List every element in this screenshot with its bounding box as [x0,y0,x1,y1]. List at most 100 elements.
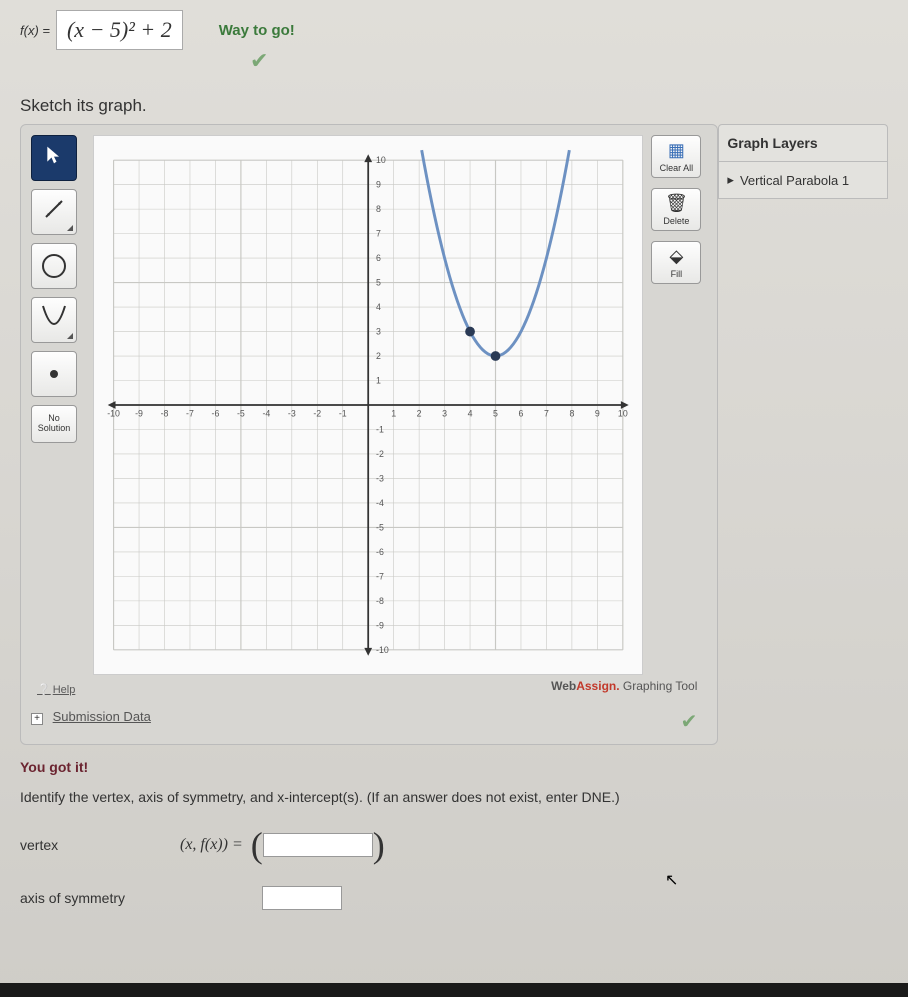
svg-text:6: 6 [519,409,524,419]
dropdown-corner-icon [67,333,73,339]
graph-canvas[interactable]: -10 -9 -8 -7 -6 -5 -4 -3 -2 -1 1 2 3 4 5 6 7 8 9 10 -10 -9 -8 -… [93,135,643,675]
trash-icon: 🗑 [654,193,698,214]
no-solution-line2: Solution [32,424,76,434]
parabola-tool[interactable] [31,297,77,343]
clear-all-label: Clear All [660,163,694,173]
svg-text:8: 8 [376,204,381,214]
watermark-assign: Assign. [576,679,619,693]
left-paren: ( [251,824,263,866]
svg-text:-9: -9 [376,620,384,630]
check-icon: ✔ [681,709,698,734]
svg-text:-5: -5 [376,522,384,532]
svg-text:2: 2 [417,409,422,419]
svg-text:9: 9 [595,409,600,419]
watermark-suffix: Graphing Tool [620,679,698,693]
graph-top-row: No Solution -10 -9 -8 -7 -6 -5 -4 -3 -2 -1 1 2 3 4 5 6 7… [31,135,707,675]
fill-icon: ⬙ [654,246,698,267]
watermark-web: Web [551,679,576,693]
watermark: WebAssign. Graphing Tool [31,679,707,693]
bottom-bar [0,983,908,997]
graph-and-layers: No Solution -10 -9 -8 -7 -6 -5 -4 -3 -2 -1 1 2 3 4 5 6 7… [20,124,888,745]
right-paren: ) [373,824,385,866]
svg-text:3: 3 [442,409,447,419]
svg-text:-8: -8 [376,596,384,606]
svg-text:2: 2 [376,351,381,361]
svg-text:-7: -7 [376,571,384,581]
svg-text:-1: -1 [376,424,384,434]
pointer-tool[interactable] [31,135,77,181]
delete-button[interactable]: 🗑 Delete [651,188,701,231]
sketch-label: Sketch its graph. [20,96,888,116]
help-link[interactable]: ❔ Help [37,683,75,696]
svg-text:1: 1 [391,409,396,419]
formula-answer-box[interactable]: (x − 5)² + 2 [56,10,183,50]
svg-text:-10: -10 [107,409,120,419]
parabola-icon [39,302,69,338]
svg-text:-6: -6 [212,409,220,419]
circle-tool[interactable] [31,243,77,289]
svg-text:3: 3 [376,326,381,336]
point-tool[interactable] [31,351,77,397]
you-got-it-text: You got it! [20,759,888,775]
axis-label: axis of symmetry [20,890,262,906]
vertex-input[interactable] [263,833,373,857]
pointer-icon [44,145,64,171]
vertex-label: vertex [20,837,180,853]
formula-row: f(x) = (x − 5)² + 2 Way to go! [20,10,888,50]
submission-data-link[interactable]: Submission Data [53,709,151,724]
axis-input[interactable] [262,886,342,910]
svg-text:-4: -4 [376,498,384,508]
svg-text:-9: -9 [135,409,143,419]
svg-text:4: 4 [376,302,381,312]
circle-icon [42,254,66,278]
svg-text:-10: -10 [376,645,389,655]
svg-text:8: 8 [569,409,574,419]
line-icon [42,197,66,227]
fill-label: Fill [671,269,683,279]
cursor-icon: ↖ [665,870,678,890]
no-solution-button[interactable]: No Solution [31,405,77,443]
graph-panel: No Solution -10 -9 -8 -7 -6 -5 -4 -3 -2 -1 1 2 3 4 5 6 7… [20,124,718,745]
svg-text:-8: -8 [161,409,169,419]
svg-text:10: 10 [618,409,628,419]
check-icon: ✔ [250,48,908,74]
clear-all-button[interactable]: ▦ Clear All [651,135,701,178]
submission-row: + Submission Data ✔ [31,709,707,725]
graph-layers-item[interactable]: ▸ Vertical Parabola 1 [718,161,888,199]
right-toolbar: ▦ Clear All 🗑 Delete ⬙ Fill [651,135,707,675]
left-toolbar: No Solution [31,135,85,675]
clear-all-icon: ▦ [654,140,698,161]
svg-text:-5: -5 [237,409,245,419]
chevron-right-icon: ▸ [727,172,734,188]
svg-text:-1: -1 [339,409,347,419]
dropdown-corner-icon [67,225,73,231]
delete-label: Delete [663,216,689,226]
way-to-go-text: Way to go! [219,22,295,39]
svg-text:5: 5 [493,409,498,419]
expand-icon[interactable]: + [31,713,43,725]
graph-layers-panel: Graph Layers ▸ Vertical Parabola 1 [718,124,888,199]
svg-text:9: 9 [376,180,381,190]
svg-text:-2: -2 [313,409,321,419]
svg-text:-6: -6 [376,547,384,557]
point-icon [50,370,58,378]
help-icon: ❔ [37,683,51,696]
svg-text:-7: -7 [186,409,194,419]
page-root: f(x) = (x − 5)² + 2 Way to go! ✔ Sketch … [0,0,908,997]
svg-text:6: 6 [376,253,381,263]
fill-button[interactable]: ⬙ Fill [651,241,701,284]
layer-label: Vertical Parabola 1 [740,173,849,188]
svg-text:4: 4 [468,409,473,419]
formula-lhs: f(x) = [20,23,50,38]
svg-text:-2: -2 [376,449,384,459]
svg-text:7: 7 [376,229,381,239]
svg-text:1: 1 [376,375,381,385]
svg-text:-4: -4 [262,409,270,419]
identify-instructions: Identify the vertex, axis of symmetry, a… [20,787,888,808]
vertex-row: vertex (x, f(x)) = ( ) [20,824,888,866]
svg-text:-3: -3 [288,409,296,419]
vertex-prefix: (x, f(x)) = [180,836,243,854]
svg-text:7: 7 [544,409,549,419]
line-tool[interactable] [31,189,77,235]
svg-text:-3: -3 [376,473,384,483]
